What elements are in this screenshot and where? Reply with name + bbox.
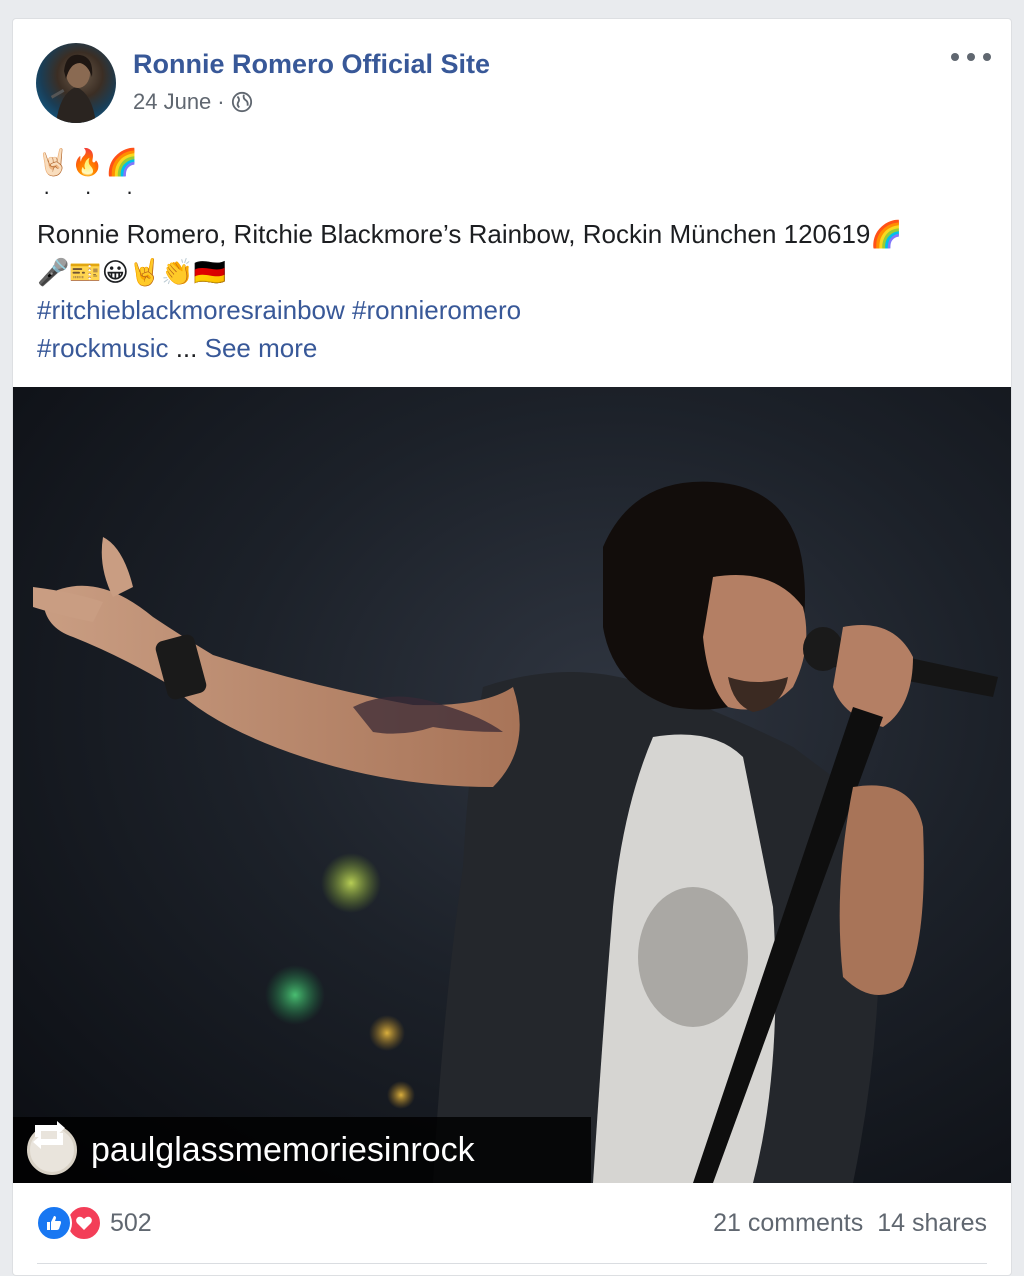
- more-options-icon[interactable]: [951, 45, 991, 69]
- post-date[interactable]: 24 June: [133, 89, 211, 115]
- repost-icon: [33, 1121, 65, 1149]
- repost-credit-bar: paulglassmemoriesinrock: [13, 1117, 591, 1183]
- footer-divider: [37, 1263, 987, 1264]
- reaction-count: 502: [110, 1208, 152, 1237]
- hashtags-line: #ritchieblackmoresrainbow #ronnieromero: [37, 291, 997, 329]
- caption-text: Ronnie Romero, Ritchie Blackmore’s Rainb…: [37, 219, 903, 249]
- shares-count-link[interactable]: 14 shares: [877, 1209, 987, 1237]
- post-photo[interactable]: paulglassmemoriesinrock: [13, 387, 1011, 1183]
- concert-photo: [33, 481, 998, 1183]
- caption: Ronnie Romero, Ritchie Blackmore’s Rainb…: [37, 215, 997, 253]
- ellipsis: ...: [168, 333, 205, 363]
- post-footer: 502 21 comments 14 shares: [13, 1183, 1011, 1275]
- post-header: Ronnie Romero Official Site 24 June ·: [13, 19, 1011, 129]
- page-avatar[interactable]: [36, 43, 116, 123]
- see-more-link[interactable]: See more: [205, 333, 318, 363]
- comments-count-link[interactable]: 21 comments: [713, 1209, 863, 1237]
- hashtags-line-2: #rockmusic ... See more: [37, 329, 997, 367]
- caption-emojis: 🎤🎫😀🤘👏🇩🇪: [37, 257, 226, 287]
- dots-line: · · ·: [43, 179, 148, 204]
- avatar-photo: [50, 54, 96, 123]
- post-card: Ronnie Romero Official Site 24 June · 🤘🏻…: [12, 18, 1012, 1276]
- post-meta: 24 June ·: [133, 89, 253, 115]
- globe-icon: [231, 91, 252, 113]
- hashtag-rockmusic[interactable]: #rockmusic: [37, 333, 168, 363]
- like-reaction-icon: [36, 1205, 72, 1241]
- emoji-line: 🤘🏻🔥🌈: [37, 147, 141, 177]
- repost-username: paulglassmemoriesinrock: [91, 1130, 475, 1169]
- reactions-summary[interactable]: 502: [36, 1205, 152, 1241]
- meta-separator: ·: [217, 89, 225, 114]
- post-text: 🤘🏻🔥🌈 · · · Ronnie Romero, Ritchie Blackm…: [37, 143, 997, 367]
- engagement-stats: 21 comments 14 shares: [713, 1209, 987, 1238]
- page-name-link[interactable]: Ronnie Romero Official Site: [133, 49, 490, 80]
- hashtag-links[interactable]: #ritchieblackmoresrainbow #ronnieromero: [37, 295, 521, 325]
